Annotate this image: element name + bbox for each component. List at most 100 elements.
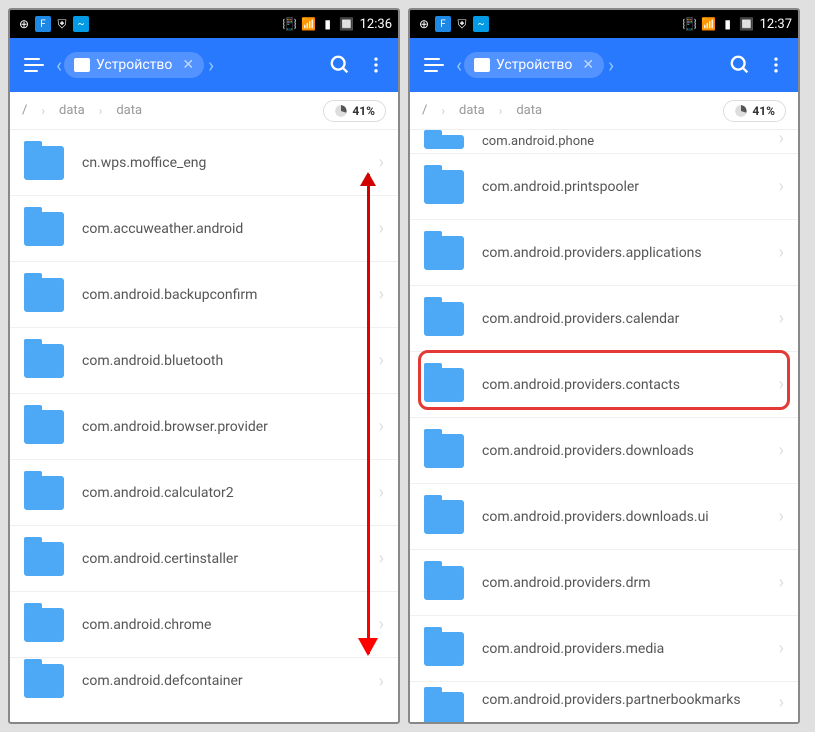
folder-icon bbox=[424, 632, 464, 666]
breadcrumb-root[interactable]: / bbox=[422, 103, 427, 118]
list-item[interactable]: cn.wps.moffice_eng› bbox=[10, 130, 398, 196]
list-item[interactable]: com.android.providers.media› bbox=[410, 616, 798, 682]
caret-icon: › bbox=[779, 440, 784, 461]
menu-button[interactable] bbox=[418, 49, 450, 81]
device-icon bbox=[474, 58, 490, 72]
file-name: com.android.providers.downloads bbox=[482, 443, 779, 459]
file-name: com.accuweather.android bbox=[82, 221, 379, 237]
file-name: cn.wps.moffice_eng bbox=[82, 155, 379, 171]
folder-icon bbox=[424, 135, 464, 149]
search-button[interactable] bbox=[326, 51, 354, 79]
scroll-indicator bbox=[366, 174, 370, 654]
list-item[interactable]: com.android.providers.partnerbookmarks› bbox=[410, 682, 798, 722]
list-item[interactable]: com.android.browser.provider› bbox=[10, 394, 398, 460]
list-item[interactable]: com.android.certinstaller› bbox=[10, 526, 398, 592]
file-name: com.android.providers.downloads.ui bbox=[482, 509, 779, 525]
list-item[interactable]: com.android.bluetooth› bbox=[10, 328, 398, 394]
caret-icon: › bbox=[779, 374, 784, 395]
list-item[interactable]: com.android.phone› bbox=[410, 130, 798, 154]
folder-icon bbox=[24, 664, 64, 698]
list-item[interactable]: com.android.providers.applications› bbox=[410, 220, 798, 286]
list-item[interactable]: com.accuweather.android› bbox=[10, 196, 398, 262]
vibrate-icon: 📳 bbox=[682, 16, 698, 32]
phone-left: ⊕ F ⛨ ~ 📳 📶 ▮ 🔲 12:36 ‹ Устройство bbox=[8, 8, 400, 724]
caret-icon: › bbox=[779, 506, 784, 527]
status-bar: ⊕ F ⛨ ~ 📳 📶 ▮ 🔲 12:36 bbox=[10, 10, 398, 38]
list-item[interactable]: com.android.providers.downloads.ui› bbox=[410, 484, 798, 550]
folder-icon bbox=[424, 368, 464, 402]
device-tab-label: Устройство bbox=[496, 57, 572, 73]
breadcrumb-seg2[interactable]: data bbox=[516, 103, 542, 118]
chevron-right-icon: › bbox=[99, 104, 103, 118]
battery-icon: 🔲 bbox=[739, 16, 755, 32]
list-item[interactable]: com.android.chrome› bbox=[10, 592, 398, 658]
folder-icon bbox=[424, 302, 464, 336]
folder-icon bbox=[424, 170, 464, 204]
list-item[interactable]: com.android.providers.calendar› bbox=[410, 286, 798, 352]
storage-percent: 41% bbox=[752, 104, 775, 118]
file-name: com.android.providers.media bbox=[482, 641, 779, 657]
breadcrumb-seg1[interactable]: data bbox=[59, 103, 85, 118]
folder-icon bbox=[24, 212, 64, 246]
close-icon[interactable]: ✕ bbox=[182, 57, 194, 73]
more-button[interactable] bbox=[362, 51, 390, 79]
breadcrumb-root[interactable]: / bbox=[22, 103, 27, 118]
folder-icon bbox=[24, 344, 64, 378]
status-time: 12:37 bbox=[760, 17, 792, 32]
folder-icon bbox=[424, 692, 464, 724]
tab-prev-icon[interactable]: ‹ bbox=[456, 53, 462, 77]
folder-icon bbox=[24, 410, 64, 444]
app2-icon: ~ bbox=[473, 16, 489, 32]
app-icon: F bbox=[435, 16, 451, 32]
tab-prev-icon[interactable]: ‹ bbox=[56, 53, 62, 77]
wifi-icon: 📶 bbox=[701, 16, 717, 32]
caret-icon: › bbox=[779, 308, 784, 329]
caret-icon: › bbox=[779, 176, 784, 197]
folder-icon bbox=[24, 608, 64, 642]
file-name: com.android.defcontainer bbox=[82, 673, 379, 689]
folder-icon bbox=[24, 146, 64, 180]
list-item[interactable]: com.android.providers.contacts› bbox=[410, 352, 798, 418]
file-name: com.android.browser.provider bbox=[82, 419, 379, 435]
breadcrumb-seg2[interactable]: data bbox=[116, 103, 142, 118]
list-item[interactable]: com.android.providers.drm› bbox=[410, 550, 798, 616]
list-item[interactable]: com.android.defcontainer› bbox=[10, 658, 398, 704]
storage-badge[interactable]: 41% bbox=[323, 100, 386, 122]
signal-icon: ▮ bbox=[720, 16, 736, 32]
storage-badge[interactable]: 41% bbox=[723, 100, 786, 122]
caret-icon: › bbox=[379, 218, 384, 239]
caret-icon: › bbox=[779, 692, 784, 713]
breadcrumb: / › data › data 41% bbox=[10, 92, 398, 130]
list-item[interactable]: com.android.providers.downloads› bbox=[410, 418, 798, 484]
folder-icon bbox=[424, 236, 464, 270]
file-name: com.android.providers.partnerbookmarks bbox=[482, 692, 779, 708]
chevron-right-icon: › bbox=[499, 104, 503, 118]
file-name: com.android.calculator2 bbox=[82, 485, 379, 501]
shield-icon: ⛨ bbox=[454, 16, 470, 32]
more-button[interactable] bbox=[762, 51, 790, 79]
file-name: com.android.printspooler bbox=[482, 179, 779, 195]
file-name: com.android.certinstaller bbox=[82, 551, 379, 567]
folder-icon bbox=[424, 434, 464, 468]
caret-icon: › bbox=[379, 350, 384, 371]
tab-next-icon[interactable]: › bbox=[608, 53, 614, 77]
list-item[interactable]: com.android.backupconfirm› bbox=[10, 262, 398, 328]
device-tab[interactable]: Устройство ✕ bbox=[64, 52, 204, 78]
tab-next-icon[interactable]: › bbox=[208, 53, 214, 77]
folder-icon bbox=[24, 542, 64, 576]
menu-button[interactable] bbox=[18, 49, 50, 81]
folder-icon bbox=[24, 278, 64, 312]
device-tab[interactable]: Устройство ✕ bbox=[464, 52, 604, 78]
toolbar: ‹ Устройство ✕ › bbox=[10, 38, 398, 92]
close-icon[interactable]: ✕ bbox=[582, 57, 594, 73]
caret-icon: › bbox=[779, 638, 784, 659]
list-item[interactable]: com.android.printspooler› bbox=[410, 154, 798, 220]
caret-icon: › bbox=[379, 614, 384, 635]
list-item[interactable]: com.android.calculator2› bbox=[10, 460, 398, 526]
signal-icon: ▮ bbox=[320, 16, 336, 32]
search-button[interactable] bbox=[726, 51, 754, 79]
caret-icon: › bbox=[379, 416, 384, 437]
breadcrumb-seg1[interactable]: data bbox=[459, 103, 485, 118]
caret-icon: › bbox=[379, 482, 384, 503]
folder-icon bbox=[24, 476, 64, 510]
